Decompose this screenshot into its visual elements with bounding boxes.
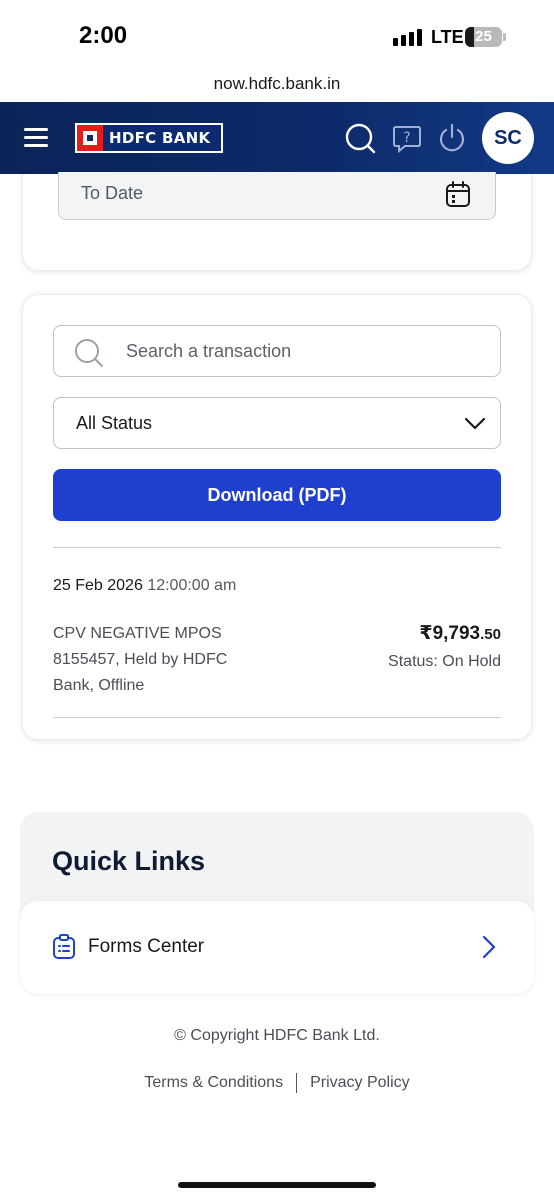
logo-text: HDFC BANK [109,129,211,147]
calendar-icon[interactable] [445,181,471,208]
power-icon[interactable] [436,122,468,154]
hdfc-logo-mark [77,125,103,151]
avatar[interactable]: SC [482,112,534,164]
quick-links-title: Quick Links [52,846,206,876]
to-date-label: To Date [81,183,144,203]
transaction-datetime: 25 Feb 2026 12:00:00 am [53,577,236,595]
search-placeholder: Search a transaction [126,341,292,361]
divider [53,717,501,718]
chevron-right-icon [482,935,496,959]
quick-link-forms-center[interactable]: Forms Center [20,901,534,994]
transaction-status: Status: On Hold [388,653,501,670]
privacy-link[interactable]: Privacy Policy [310,1074,410,1092]
app-header: HDFC BANK ? [0,102,554,174]
hdfc-logo[interactable]: HDFC BANK [75,123,223,153]
browser-url[interactable]: now.hdfc.bank.in [0,74,554,94]
status-selected-value: All Status [76,413,153,433]
transaction-time: 12:00:00 am [147,577,237,594]
battery-icon: 25 [465,27,502,47]
transaction-description: CPV NEGATIVE MPOS 8155457, Held by HDFC … [53,625,228,694]
to-date-field[interactable]: To Date [58,172,496,220]
help-icon[interactable]: ? [391,122,423,154]
download-pdf-button[interactable]: Download (PDF) [53,469,501,521]
copyright-text: © Copyright HDFC Bank Ltd. [174,1027,380,1044]
footer-links: Terms & Conditions Privacy Policy [0,1073,554,1093]
transaction-amount-decimal: .50 [480,626,501,643]
home-indicator[interactable] [178,1182,376,1188]
terms-link[interactable]: Terms & Conditions [144,1074,283,1092]
divider [53,547,501,548]
transaction-amount-main: ₹9,793 [419,623,481,644]
transaction-amount: ₹9,793.50 [419,622,501,645]
forms-center-label: Forms Center [88,936,205,957]
hamburger-menu-icon[interactable] [24,128,48,147]
footer-separator [296,1073,298,1093]
status-bar: 2:00 LTE 25 [0,0,554,72]
svg-text:?: ? [403,130,410,146]
status-time: 2:00 [79,22,128,49]
search-icon [75,339,103,367]
battery-level: 25 [475,28,492,45]
signal-icon [393,29,422,46]
transaction-date: 25 Feb 2026 [53,577,143,594]
chevron-down-icon [464,417,486,430]
search-icon[interactable] [344,122,376,154]
network-type: LTE [431,27,464,47]
clipboard-icon [53,934,75,959]
status-dropdown[interactable]: All Status [53,397,501,449]
search-input[interactable]: Search a transaction [53,325,501,377]
